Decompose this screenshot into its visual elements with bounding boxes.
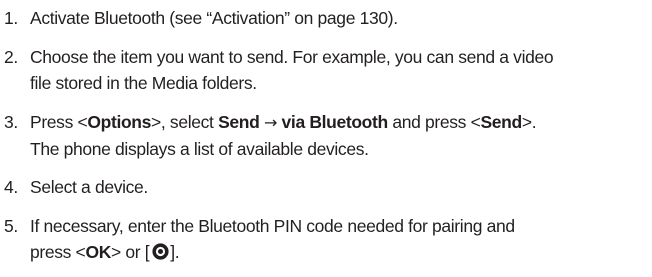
step-text: Press <Options>, select Send → via Bluet… (30, 112, 537, 159)
step-number: 3. (4, 112, 18, 132)
step-text: If necessary, enter the Bluetooth PIN co… (30, 216, 515, 262)
step-text: Choose the item you want to send. For ex… (30, 47, 554, 93)
ok-key-icon (152, 243, 169, 260)
options-softkey-label: Options (87, 112, 152, 132)
step-number: 2. (4, 47, 18, 67)
ok-softkey-label: OK (85, 242, 111, 262)
step-text: Select a device. (30, 177, 148, 197)
step-number: 1. (4, 8, 18, 28)
step-number: 5. (4, 216, 18, 236)
send-menu-item: Send (218, 112, 260, 132)
instruction-steps: 1. Activate Bluetooth (see “Activation” … (0, 0, 652, 277)
step-number: 4. (4, 177, 18, 197)
arrow-right-icon: → (263, 113, 278, 132)
send-softkey-label: Send (480, 112, 522, 132)
via-bluetooth-menu-item: via Bluetooth (281, 112, 389, 132)
step-text: Activate Bluetooth (see “Activation” on … (30, 8, 398, 28)
